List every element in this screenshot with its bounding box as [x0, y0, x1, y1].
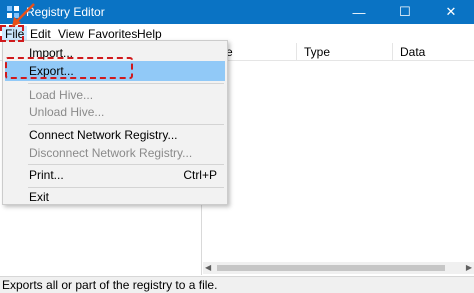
- print-shortcut: Ctrl+P: [183, 168, 217, 182]
- column-header-data[interactable]: Data: [400, 45, 425, 59]
- status-text: Exports all or part of the registry to a…: [2, 278, 218, 292]
- column-divider[interactable]: [296, 43, 297, 61]
- column-header-type[interactable]: Type: [304, 45, 330, 59]
- horizontal-scrollbar[interactable]: ◀ ▶: [203, 262, 474, 274]
- scrollbar-thumb[interactable]: [217, 265, 445, 271]
- menu-item-connect-network-registry[interactable]: Connect Network Registry...: [5, 125, 225, 145]
- minimize-button[interactable]: —: [336, 0, 382, 24]
- menu-item-print[interactable]: Print... Ctrl+P: [5, 165, 225, 185]
- column-divider[interactable]: [392, 43, 393, 61]
- close-button[interactable]: ✕: [428, 0, 474, 24]
- maximize-button[interactable]: ☐: [382, 0, 428, 24]
- scroll-right-arrow-icon[interactable]: ▶: [466, 263, 472, 272]
- status-bar: Exports all or part of the registry to a…: [0, 276, 474, 293]
- annotation-highlight-export: [5, 57, 133, 79]
- annotation-arrow-icon: [12, 3, 35, 27]
- title-bar: Registry Editor — ☐ ✕: [0, 0, 474, 24]
- menu-separator: [28, 83, 224, 84]
- scroll-left-arrow-icon[interactable]: ◀: [205, 263, 211, 272]
- print-label: Print...: [29, 168, 64, 182]
- menu-item-exit[interactable]: Exit: [5, 187, 225, 207]
- registry-values-pane[interactable]: [203, 61, 474, 275]
- menu-item-disconnect-network-registry[interactable]: Disconnect Network Registry...: [5, 143, 225, 163]
- menu-item-unload-hive[interactable]: Unload Hive...: [5, 102, 225, 122]
